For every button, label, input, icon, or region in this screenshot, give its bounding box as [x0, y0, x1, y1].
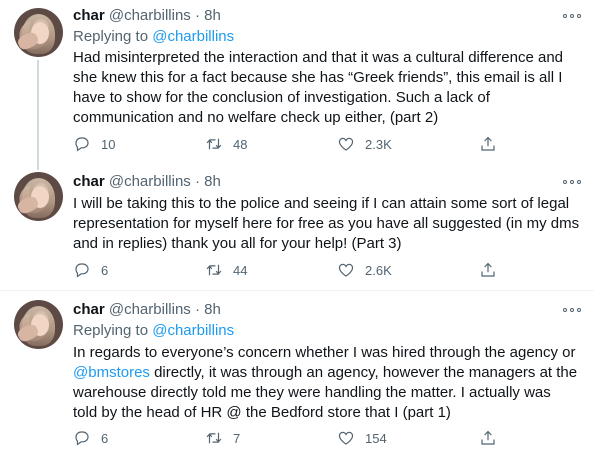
more-icon[interactable]	[563, 178, 581, 186]
tweet-header: char @charbillins · 8h	[73, 300, 221, 320]
tweet-line: @bmstores directly, it was through an ag…	[73, 363, 583, 383]
display-name[interactable]: char	[73, 301, 105, 318]
more-icon[interactable]	[563, 306, 581, 314]
tweet-line: warehouse directly told me they were han…	[73, 384, 551, 401]
share-icon	[481, 136, 495, 151]
retweet-button[interactable]: 48	[205, 134, 247, 154]
avatar[interactable]	[14, 300, 63, 349]
reply-icon	[75, 263, 89, 278]
like-count: 154	[365, 430, 387, 446]
retweet-count: 7	[233, 430, 241, 446]
tweet-line: Had misinterpreted the interaction and t…	[73, 49, 564, 66]
reply-count: 6	[101, 262, 109, 278]
tweet-header: char @charbillins · 8h	[73, 6, 221, 26]
timestamp[interactable]: 8h	[204, 173, 221, 190]
reply-button[interactable]: 6	[73, 428, 108, 448]
tweet-line: communication and no welfare check up ei…	[73, 109, 439, 126]
tweet-text: Had misinterpreted the interaction and t…	[73, 48, 583, 128]
like-button[interactable]: 2.3K	[337, 134, 392, 154]
display-name[interactable]: char	[73, 7, 105, 24]
username[interactable]: @charbillins	[109, 173, 191, 190]
share-button[interactable]	[479, 134, 497, 154]
tweet-1[interactable]: char @charbillins · 8h Replying to @char…	[0, 0, 594, 170]
tweet-actions: 10 48 2.3K	[73, 134, 583, 154]
tweet-line: representation for myself here for free …	[73, 215, 580, 232]
timestamp[interactable]: 8h	[204, 301, 221, 318]
username[interactable]: @charbillins	[109, 301, 191, 318]
retweet-icon	[206, 432, 222, 444]
like-count: 2.6K	[365, 262, 392, 278]
reply-count: 6	[101, 430, 109, 446]
share-icon	[481, 262, 495, 277]
share-icon	[481, 430, 495, 445]
like-count: 2.3K	[365, 136, 392, 152]
tweet-2[interactable]: char @charbillins · 8h I will be taking …	[0, 162, 594, 290]
replying-to: Replying to @charbillins	[73, 321, 234, 341]
like-button[interactable]: 2.6K	[337, 260, 392, 280]
replying-to-mention[interactable]: @charbillins	[152, 322, 234, 339]
tweet-actions: 6 7 154	[73, 428, 583, 448]
reply-button[interactable]: 10	[73, 134, 115, 154]
reply-icon	[75, 431, 89, 446]
retweet-icon	[206, 264, 222, 276]
tweet-line-text: directly, it was through an agency, howe…	[149, 364, 578, 381]
tweet-3[interactable]: char @charbillins · 8h Replying to @char…	[0, 291, 594, 464]
replying-to-label: Replying to	[73, 28, 149, 45]
replying-to-label: Replying to	[73, 322, 149, 339]
like-icon	[338, 263, 354, 277]
tweet-line: and in replies) thank you all for your h…	[73, 235, 402, 252]
username[interactable]: @charbillins	[109, 7, 191, 24]
separator-dot: ·	[194, 301, 200, 318]
reply-button[interactable]: 6	[73, 260, 108, 280]
reply-icon	[75, 137, 89, 152]
tweet-line: In regards to everyone’s concern whether…	[73, 344, 576, 361]
timestamp[interactable]: 8h	[204, 7, 221, 24]
avatar[interactable]	[14, 8, 63, 57]
more-icon[interactable]	[563, 12, 581, 20]
retweet-button[interactable]: 44	[205, 260, 247, 280]
mention-link[interactable]: @bmstores	[73, 364, 150, 381]
tweet-line: I will be taking this to the police and …	[73, 195, 570, 212]
replying-to: Replying to @charbillins	[73, 27, 234, 47]
tweet-actions: 6 44 2.6K	[73, 260, 583, 280]
reply-count: 10	[101, 136, 116, 152]
tweet-line: she knew this for a fact because she has…	[73, 69, 563, 86]
replying-to-mention[interactable]: @charbillins	[152, 28, 234, 45]
separator-dot: ·	[194, 7, 200, 24]
tweet-line: told by the head of HR @ the Bedford sto…	[73, 404, 451, 421]
separator-dot: ·	[194, 173, 200, 190]
thread-line	[37, 60, 39, 170]
tweet-text: I will be taking this to the police and …	[73, 194, 583, 254]
tweet-header: char @charbillins · 8h	[73, 172, 221, 192]
retweet-icon	[206, 138, 222, 150]
retweet-button[interactable]: 7	[205, 428, 240, 448]
avatar[interactable]	[14, 172, 63, 221]
tweet-line: have to show for the conclusion of inves…	[73, 89, 490, 106]
like-icon	[338, 137, 354, 151]
share-button[interactable]	[479, 260, 497, 280]
retweet-count: 44	[233, 262, 248, 278]
like-button[interactable]: 154	[337, 428, 387, 448]
like-icon	[338, 431, 354, 445]
tweet-text: In regards to everyone’s concern whether…	[73, 343, 583, 423]
retweet-count: 48	[233, 136, 248, 152]
share-button[interactable]	[479, 428, 497, 448]
display-name[interactable]: char	[73, 173, 105, 190]
